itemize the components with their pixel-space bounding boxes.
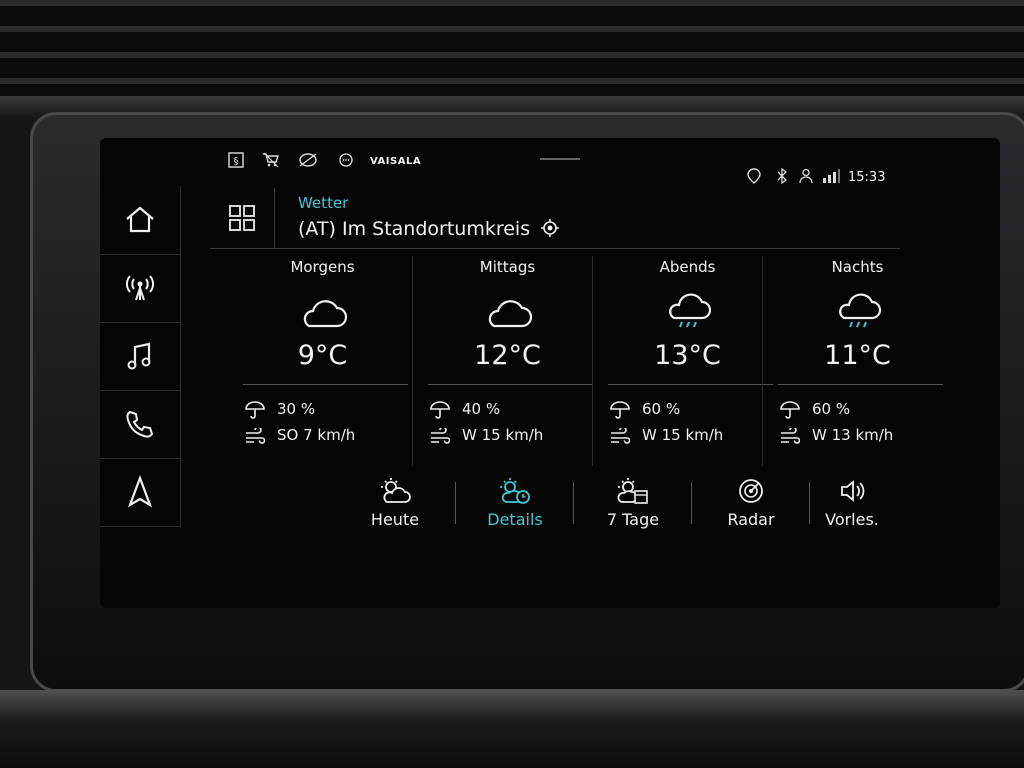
cloud-icon [297,292,349,332]
rain-probability: 40 % [462,400,501,418]
forecast-rain: 30 % [245,400,315,419]
column-divider [762,256,763,466]
tab-7-tage[interactable]: 7 Tage [578,468,688,548]
weather-header: Wetter (AT) Im Standortumkreis [210,188,900,249]
sidebar-item-radio[interactable] [100,254,181,323]
forecast-column-abends: Abends 13°C 60 % W 15 km/h [600,258,775,458]
wind-icon [611,425,631,444]
tab-divider [455,482,456,524]
signal-bars-icon [822,168,840,184]
forecast-rain: 60 % [610,400,680,419]
tab-label: 7 Tage [606,510,660,529]
phone-icon [126,410,154,438]
radio-icon [126,275,154,301]
forecast-temperature: 13°C [654,340,721,371]
bluetooth-icon [776,167,788,185]
forecast-period: Abends [659,258,716,276]
sun-cloud-icon [381,478,411,503]
column-divider [412,256,413,466]
sidebar [100,186,181,558]
dots-icon [338,152,354,168]
forecast-separator [608,384,773,385]
sidebar-item-media[interactable] [100,322,181,391]
wind-icon [246,425,266,444]
tab-label: Heute [370,510,420,529]
user-icon [798,168,814,184]
rain-probability: 30 % [277,400,316,418]
grid-icon [229,205,255,231]
forecast-column-mittags: Mittags 12°C 40 % W 15 km/h [420,258,595,458]
tab-label: Vorles. [825,510,879,529]
forecast-separator [778,384,943,385]
navigation-icon [127,474,153,508]
location-pin-icon [745,168,763,184]
location-title[interactable]: (AT) Im Standortumkreis [298,218,560,240]
cart-icon [262,152,280,168]
sun-calendar-icon [617,478,648,504]
forecast-column-nachts: Nachts 11°C 60 % W 13 km/h [770,258,945,458]
wind-speed: W 15 km/h [462,426,544,444]
rain-cloud-icon [832,292,884,332]
sun-cloud-clock-icon [500,478,530,504]
media-icon [127,342,151,370]
tab-heute[interactable]: Heute [340,468,450,548]
crosshair-icon [541,219,560,237]
wind-speed: SO 7 km/h [277,426,356,444]
app-menu-button[interactable] [210,188,275,248]
forecast-period: Morgens [290,258,355,276]
app-title: Wetter [298,194,349,212]
rain-probability: 60 % [812,400,851,418]
forecast-rain: 60 % [780,400,850,419]
no-signal-icon [298,152,318,168]
forecast-separator [428,384,593,385]
wind-icon [781,425,801,444]
svg-text:§: § [234,156,239,167]
wind-icon [431,425,451,444]
wind-speed: W 15 km/h [642,426,724,444]
tab-label: Details [487,510,543,529]
umbrella-icon [430,400,450,419]
sidebar-item-navigation[interactable] [100,458,181,527]
rain-cloud-icon [662,292,714,332]
umbrella-icon [780,400,800,419]
infotainment-screen: § VAISALA 15:33 Wetter (AT) Im Standortu… [100,138,1000,608]
clock: 15:33 [848,170,886,185]
notice-icon: § [228,152,244,168]
forecast-wind: W 15 km/h [430,425,544,444]
location-text: (AT) Im Standortumkreis [298,218,531,240]
status-bar: § VAISALA 15:33 [100,138,1000,185]
column-divider [592,256,593,466]
wind-speed: W 13 km/h [812,426,894,444]
sidebar-item-phone[interactable] [100,390,181,459]
tab-divider [573,482,574,524]
tab-vorles[interactable]: Vorles. [802,468,902,548]
tab-radar[interactable]: Radar [696,468,806,548]
home-icon [126,206,154,233]
brand-label: VAISALA [370,156,422,167]
forecast-separator [243,384,408,385]
forecast-wind: SO 7 km/h [245,425,356,444]
tab-label: Radar [727,510,775,529]
forecast-temperature: 9°C [297,340,348,371]
weather-tab-bar: Heute Details 7 Tage Radar Vorles. [340,468,900,558]
rain-probability: 60 % [642,400,681,418]
forecast-rain: 40 % [430,400,500,419]
umbrella-icon [245,400,265,419]
tab-details[interactable]: Details [460,468,570,548]
radar-icon [739,479,763,503]
dashboard-trim [0,690,1024,768]
speaker-icon [841,480,865,502]
forecast-column-morgens: Morgens 9°C 30 % SO 7 km/h [235,258,410,458]
forecast-period: Mittags [479,258,536,276]
tab-divider [691,482,692,524]
forecast-temperature: 11°C [824,340,891,371]
sidebar-item-home[interactable] [100,186,181,255]
forecast-wind: W 15 km/h [610,425,724,444]
forecast-wind: W 13 km/h [780,425,894,444]
umbrella-icon [610,400,630,419]
forecast-period: Nachts [831,258,884,276]
cloud-icon [482,292,534,332]
forecast-temperature: 12°C [474,340,541,371]
pull-down-handle[interactable] [540,158,580,160]
